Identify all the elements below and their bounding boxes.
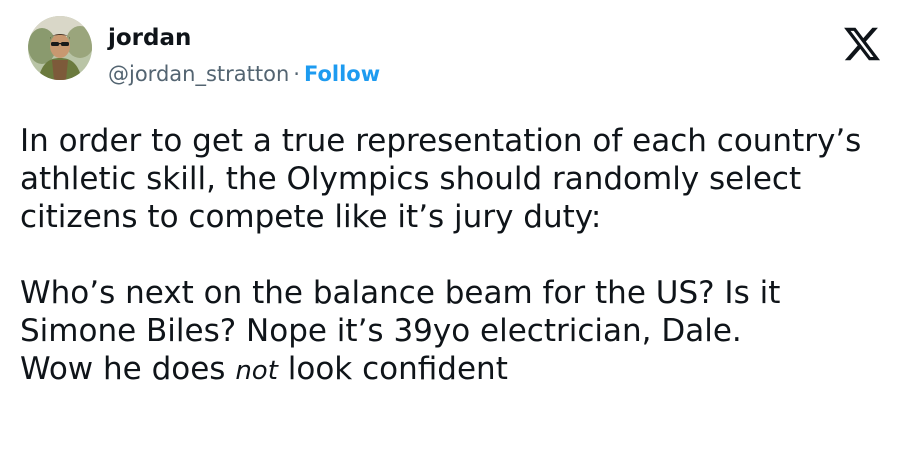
avatar[interactable] xyxy=(28,16,92,80)
author-handle[interactable]: @jordan_stratton xyxy=(108,62,289,86)
tweet-line: Who’s next on the balance beam for the U… xyxy=(20,275,781,311)
tweet-paragraph-1: In order to get a true representation of… xyxy=(20,123,862,235)
x-logo-icon[interactable] xyxy=(842,24,882,64)
separator-dot: · xyxy=(293,62,300,86)
tweet-line: Simone Biles? Nope it’s 39yo electrician… xyxy=(20,313,742,349)
tweet-card: jordan @jordan_stratton · Follow In order … xyxy=(0,0,912,456)
tweet-body: In order to get a true representation of… xyxy=(20,122,900,390)
author-display-name[interactable]: jordan xyxy=(108,24,191,52)
tweet-paragraph-2: Who’s next on the balance beam for the U… xyxy=(20,274,900,390)
tweet-line-before: Wow he does xyxy=(20,351,236,387)
author-meta-row: @jordan_stratton · Follow xyxy=(108,60,380,88)
follow-link[interactable]: Follow xyxy=(304,62,380,86)
tweet-line-after: look confident xyxy=(277,351,508,387)
avatar-photo-icon xyxy=(28,16,92,80)
tweet-emphasis: not xyxy=(235,356,278,386)
